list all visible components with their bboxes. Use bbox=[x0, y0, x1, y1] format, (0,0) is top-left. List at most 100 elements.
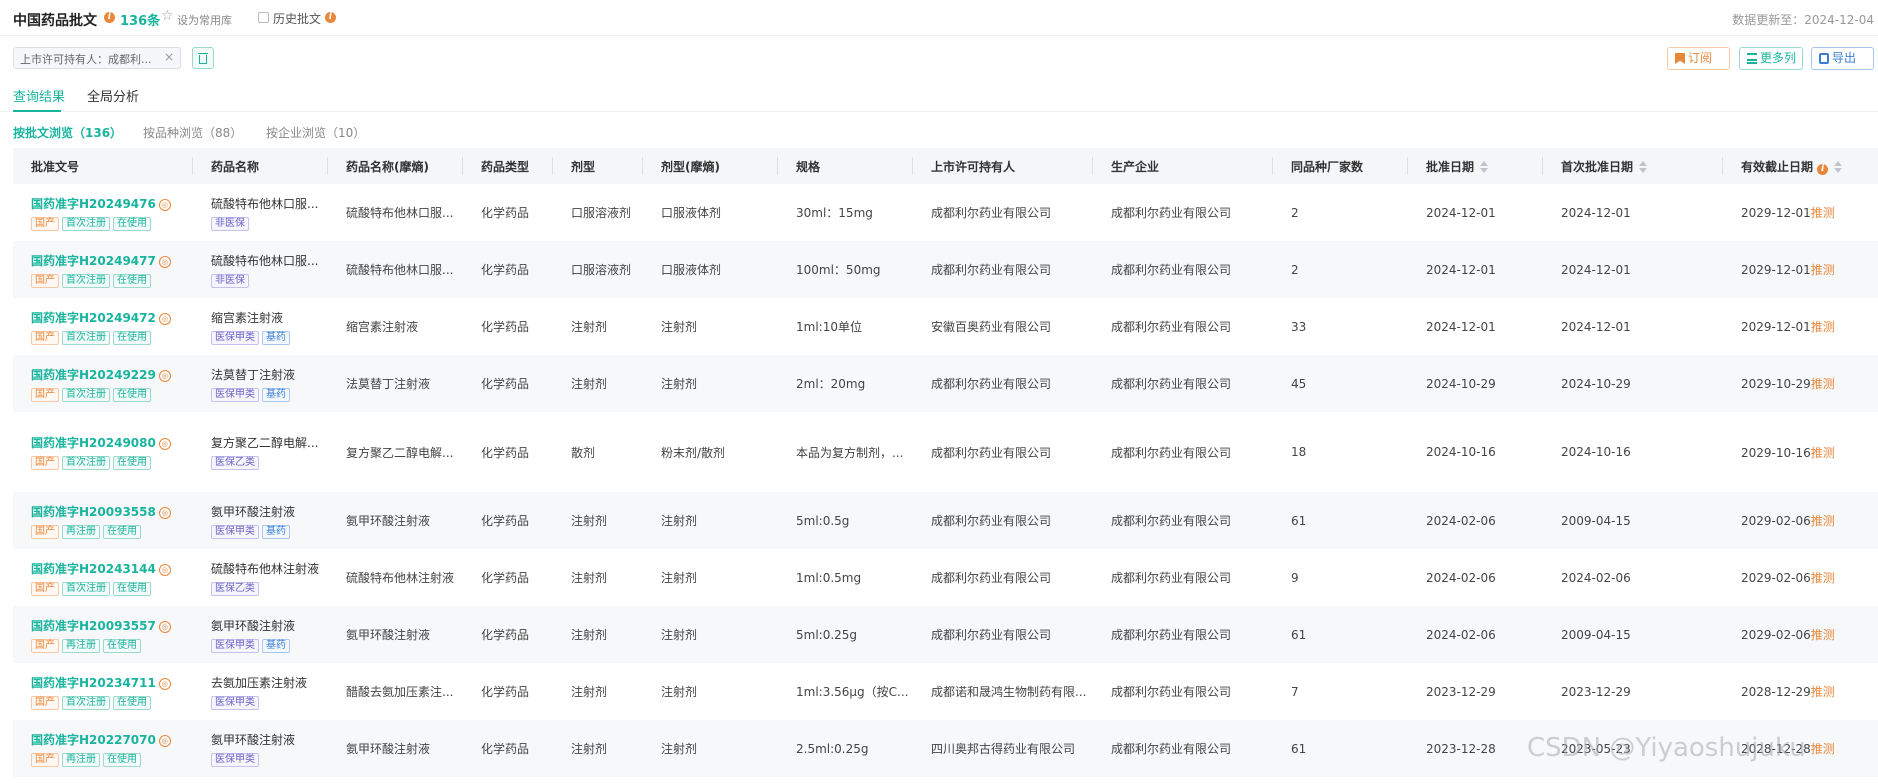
col-header[interactable]: 剂型(摩熵) bbox=[643, 148, 778, 184]
table-row[interactable]: 国药准字H20249477 ◎ 国产 首次注册 在使用 硫酸特布他林口服... 非医保 硫酸特… bbox=[13, 241, 1878, 298]
drug-name[interactable]: 氨甲环酸注射液 bbox=[211, 617, 328, 634]
drug-name[interactable]: 缩宫素注射液 bbox=[211, 309, 328, 326]
more-columns-button[interactable]: 更多列 bbox=[1739, 47, 1803, 70]
table-row[interactable]: 国药准字H20093558 ◎ 国产 再注册 在使用 氨甲环酸注射液 医保甲类 基药 氨甲环酸注… bbox=[13, 492, 1878, 549]
approval-link[interactable]: 国药准字H20227070 bbox=[31, 733, 156, 747]
drug-name[interactable]: 法莫替丁注射液 bbox=[211, 366, 328, 383]
cell-drug-name: 氨甲环酸注射液 医保甲类 基药 bbox=[193, 606, 328, 663]
table-row[interactable]: 国药准字H20249476 ◎ 国产 首次注册 在使用 硫酸特布他林口服... 非医保 硫酸特… bbox=[13, 184, 1878, 241]
col-header[interactable]: 批准文号 bbox=[13, 148, 193, 184]
cell-type: 化学药品 bbox=[481, 320, 530, 334]
subscribe-button[interactable]: 订阅 bbox=[1667, 47, 1730, 70]
approval-link[interactable]: 国药准字H20249080 bbox=[31, 436, 156, 450]
filter-chip-holder[interactable]: 上市许可持有人：成都利... × bbox=[13, 47, 181, 69]
predict-link[interactable]: 推测 bbox=[1811, 514, 1835, 528]
status-badge: 国产 bbox=[31, 330, 59, 345]
status-badge: 首次注册 bbox=[62, 330, 110, 345]
table-row[interactable]: 国药准字H20249080 ◎ 国产 首次注册 在使用 复方聚乙二醇电解... 医保乙类 复方… bbox=[13, 412, 1878, 492]
cell-spec: 1ml:3.56μg（按C... bbox=[796, 685, 909, 699]
info-icon[interactable]: i bbox=[1817, 163, 1829, 175]
table-row[interactable]: 国药准字H20093557 ◎ 国产 再注册 在使用 氨甲环酸注射液 医保甲类 基药 氨甲环酸注… bbox=[13, 606, 1878, 663]
history-checkbox[interactable] bbox=[258, 12, 269, 23]
cell-maker: 成都利尔药业有限公司 bbox=[1111, 571, 1232, 585]
tab-global-analysis[interactable]: 全局分析 bbox=[87, 86, 139, 105]
col-header[interactable]: 批准日期 bbox=[1408, 148, 1543, 184]
approval-link[interactable]: 国药准字H20243144 bbox=[31, 562, 156, 576]
status-badge: 再注册 bbox=[62, 638, 100, 653]
predict-link[interactable]: 推测 bbox=[1811, 742, 1835, 756]
info-icon[interactable]: i bbox=[104, 12, 115, 23]
subtab-by-variety[interactable]: 按品种浏览（88） bbox=[143, 124, 242, 141]
col-header[interactable]: 生产企业 bbox=[1093, 148, 1273, 184]
approval-link[interactable]: 国药准字H20093557 bbox=[31, 619, 156, 633]
subtab-by-approval[interactable]: 按批文浏览（136） bbox=[13, 124, 122, 141]
set-favorite-link[interactable]: 设为常用库 bbox=[177, 12, 232, 28]
col-header[interactable]: 药品名称(摩熵) bbox=[328, 148, 463, 184]
drug-name[interactable]: 硫酸特布他林口服... bbox=[211, 252, 328, 269]
cell-approval-no: 国药准字H20249477 ◎ 国产 首次注册 在使用 bbox=[13, 241, 193, 298]
drug-name[interactable]: 硫酸特布他林口服... bbox=[211, 195, 328, 212]
sort-icon[interactable] bbox=[1834, 160, 1843, 174]
table-row[interactable]: 国药准字H20249229 ◎ 国产 首次注册 在使用 法莫替丁注射液 医保甲类 基药 法莫替丁… bbox=[13, 355, 1878, 412]
status-badge: 再注册 bbox=[62, 752, 100, 767]
export-button[interactable]: 导出 bbox=[1811, 47, 1874, 70]
approval-link[interactable]: 国药准字H20249229 bbox=[31, 368, 156, 382]
predict-link[interactable]: 推测 bbox=[1811, 320, 1835, 334]
col-header-label: 剂型(摩熵) bbox=[661, 159, 720, 174]
col-header[interactable]: 首次批准日期 bbox=[1543, 148, 1723, 184]
cell-form-ms: 注射剂 bbox=[643, 720, 778, 777]
history-label[interactable]: 历史批文 bbox=[273, 10, 321, 27]
cell-name-ms: 醋酸去氨加压素注... bbox=[346, 685, 454, 699]
col-header[interactable]: 规格 bbox=[778, 148, 913, 184]
drug-name[interactable]: 氨甲环酸注射液 bbox=[211, 503, 328, 520]
insurance-badge: 基药 bbox=[262, 330, 290, 345]
predict-link[interactable]: 推测 bbox=[1811, 206, 1835, 220]
col-header[interactable]: 有效截止日期 i bbox=[1723, 148, 1878, 184]
cell-form: 注射剂 bbox=[553, 606, 643, 663]
predict-link[interactable]: 推测 bbox=[1811, 446, 1835, 460]
col-header[interactable]: 剂型 bbox=[553, 148, 643, 184]
col-header-label: 药品名称(摩熵) bbox=[346, 159, 429, 174]
table-row[interactable]: 国药准字H20249472 ◎ 国产 首次注册 在使用 缩宫素注射液 医保甲类 基药 缩宫素注射… bbox=[13, 298, 1878, 355]
history-info-icon[interactable]: i bbox=[325, 12, 336, 23]
stamp-icon: ◎ bbox=[158, 506, 171, 519]
cell-holder: 成都诺和晟鸿生物制药有限... bbox=[931, 685, 1087, 699]
subtab-by-company[interactable]: 按企业浏览（10） bbox=[266, 124, 365, 141]
cell-approve-date: 2023-12-29 bbox=[1426, 684, 1496, 699]
close-icon[interactable]: × bbox=[164, 50, 174, 64]
cell-drug-name: 缩宫素注射液 医保甲类 基药 bbox=[193, 298, 328, 355]
cell-spec: 本品为复方制剂，... bbox=[796, 445, 904, 460]
predict-link[interactable]: 推测 bbox=[1811, 571, 1835, 585]
approval-link[interactable]: 国药准字H20093558 bbox=[31, 505, 156, 519]
approval-link[interactable]: 国药准字H20234711 bbox=[31, 676, 156, 690]
predict-link[interactable]: 推测 bbox=[1811, 685, 1835, 699]
col-header[interactable]: 同品种厂家数 bbox=[1273, 148, 1408, 184]
col-header[interactable]: 上市许可持有人 bbox=[913, 148, 1093, 184]
approval-link[interactable]: 国药准字H20249477 bbox=[31, 254, 156, 268]
cell-approve-date: 2024-10-16 bbox=[1426, 445, 1496, 459]
drug-name[interactable]: 硫酸特布他林注射液 bbox=[211, 560, 328, 577]
table-row[interactable]: 国药准字H20243144 ◎ 国产 首次注册 在使用 硫酸特布他林注射液 医保乙类 硫酸特布… bbox=[13, 549, 1878, 606]
predict-link[interactable]: 推测 bbox=[1811, 377, 1835, 391]
drug-name[interactable]: 复方聚乙二醇电解... bbox=[211, 434, 328, 451]
predict-link[interactable]: 推测 bbox=[1811, 263, 1835, 277]
cell-expire-date: 2029-02-06推测 bbox=[1723, 492, 1878, 549]
tab-query-results[interactable]: 查询结果 bbox=[13, 86, 65, 105]
status-badge: 国产 bbox=[31, 216, 59, 231]
drug-name[interactable]: 氨甲环酸注射液 bbox=[211, 731, 328, 748]
col-header[interactable]: 药品名称 bbox=[193, 148, 328, 184]
table-row[interactable]: 国药准字H20234711 ◎ 国产 首次注册 在使用 去氨加压素注射液 医保甲类 醋酸去氨加… bbox=[13, 663, 1878, 720]
approval-link[interactable]: 国药准字H20249476 bbox=[31, 197, 156, 211]
col-header[interactable]: 药品类型 bbox=[463, 148, 553, 184]
status-badge: 首次注册 bbox=[62, 387, 110, 402]
clear-filters-button[interactable] bbox=[192, 47, 214, 69]
list-icon bbox=[1747, 53, 1757, 64]
cell-holder: 成都利尔药业有限公司 bbox=[913, 492, 1093, 549]
sort-icon[interactable] bbox=[1480, 160, 1489, 174]
cell-count: 9 bbox=[1291, 570, 1299, 585]
drug-name[interactable]: 去氨加压素注射液 bbox=[211, 674, 328, 691]
sort-icon[interactable] bbox=[1639, 160, 1648, 174]
predict-link[interactable]: 推测 bbox=[1811, 628, 1835, 642]
star-icon[interactable]: ☆ bbox=[161, 9, 174, 23]
approval-link[interactable]: 国药准字H20249472 bbox=[31, 311, 156, 325]
